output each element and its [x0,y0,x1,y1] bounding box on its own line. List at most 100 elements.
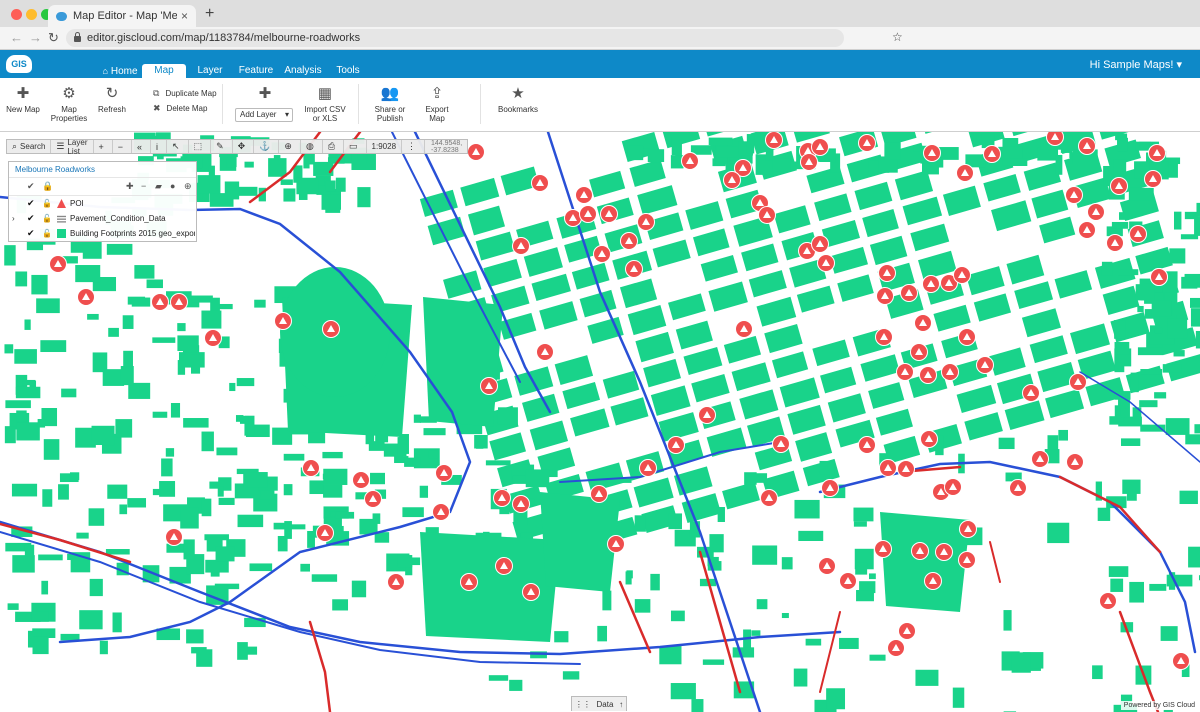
tab-map[interactable]: Map [142,64,186,78]
poi-marker-icon[interactable] [493,489,511,507]
poi-marker-icon[interactable] [435,464,453,482]
poi-marker-icon[interactable] [1069,373,1087,391]
new-tab-button[interactable]: + [205,5,214,23]
poi-marker-icon[interactable] [522,583,540,601]
poi-marker-icon[interactable] [821,479,839,497]
poi-marker-icon[interactable] [958,328,976,346]
poi-marker-icon[interactable] [765,132,783,149]
box-select-button[interactable]: ⬚ [189,140,212,153]
poi-marker-icon[interactable] [531,174,549,192]
poi-marker-icon[interactable] [874,540,892,558]
poi-marker-icon[interactable] [1022,384,1040,402]
layer-visible-checkbox[interactable]: ✔ [27,226,35,241]
poi-marker-icon[interactable] [302,459,320,477]
poi-marker-icon[interactable] [1129,225,1147,243]
export-map-button[interactable]: ⇪ Export Map [418,86,456,124]
poi-marker-icon[interactable] [818,557,836,575]
delete-map-button[interactable]: ✖ Delete Map [153,103,207,114]
poi-marker-icon[interactable] [579,205,597,223]
poi-marker-icon[interactable] [772,435,790,453]
url-field[interactable]: editor.giscloud.com/map/1183784/melbourn… [66,29,903,47]
poi-marker-icon[interactable] [316,524,334,542]
layer-row-poi[interactable]: ✔ 🔓 POI [9,196,196,211]
poi-marker-icon[interactable] [575,186,593,204]
poi-marker-icon[interactable] [879,459,897,477]
layer-visible-checkbox[interactable]: ✔ [27,211,35,226]
print-button[interactable]: ⎙ [323,140,345,153]
poi-marker-icon[interactable] [170,293,188,311]
scale-bar-button[interactable]: ▭ [344,140,367,153]
lock-all-icon[interactable]: 🔒 [42,181,53,192]
poi-marker-icon[interactable] [564,209,582,227]
poi-marker-icon[interactable] [1150,268,1168,286]
poi-marker-icon[interactable] [364,490,382,508]
poi-marker-icon[interactable] [898,622,916,640]
poi-marker-icon[interactable] [758,206,776,224]
poi-marker-icon[interactable] [983,145,1001,163]
poi-marker-icon[interactable] [1110,177,1128,195]
poi-marker-icon[interactable] [922,275,940,293]
refresh-button[interactable]: ↻ Refresh [96,86,128,115]
poi-marker-icon[interactable] [460,573,478,591]
more-options-button[interactable]: ⋮ [402,140,426,153]
poi-marker-icon[interactable] [667,436,685,454]
bookmarks-button[interactable]: ★ Bookmarks [498,86,538,115]
new-map-button[interactable]: ✚ New Map [6,86,40,115]
layer-row-buildings[interactable]: ✔ 🔓 Building Footprints 2015 geo_export_… [9,226,196,241]
tab-feature[interactable]: Feature [238,64,274,78]
measure-button[interactable]: ⚓ [254,140,280,153]
poi-marker-icon[interactable] [625,260,643,278]
user-menu[interactable]: Hi Sample Maps! ▾ [1090,58,1182,71]
zoom-in-button[interactable]: + [94,140,113,153]
poi-marker-icon[interactable] [735,320,753,338]
back-arrow-icon[interactable]: ← [10,30,23,45]
poi-marker-icon[interactable] [1046,132,1064,146]
layer-row-pavement[interactable]: › ✔ 🔓 Pavement_Condition_Data [9,211,196,226]
poi-marker-icon[interactable] [536,343,554,361]
share-publish-button[interactable]: 👥 Share or Publish [372,86,408,124]
add-layer-dropdown[interactable]: Add Layer [235,108,293,122]
zoom-box-button[interactable]: ⊕ [279,140,301,153]
poi-marker-icon[interactable] [352,471,370,489]
poi-marker-icon[interactable] [896,363,914,381]
poi-marker-icon[interactable] [959,520,977,538]
poi-marker-icon[interactable] [495,557,513,575]
search-button[interactable]: ⌕ Search [7,140,52,153]
poi-marker-icon[interactable] [858,134,876,152]
poi-marker-icon[interactable] [760,489,778,507]
poi-marker-icon[interactable] [590,485,608,503]
poi-marker-icon[interactable] [817,254,835,272]
poi-marker-icon[interactable] [620,232,638,250]
globe-button[interactable]: ◍ [301,140,323,153]
poi-marker-icon[interactable] [811,138,829,156]
poi-marker-icon[interactable] [1148,144,1166,162]
forward-arrow-icon[interactable]: → [29,30,42,45]
poi-marker-icon[interactable] [976,356,994,374]
poi-marker-icon[interactable] [919,366,937,384]
layer-unlock-icon[interactable]: 🔓 [42,211,52,226]
poi-marker-icon[interactable] [1144,170,1162,188]
draw-button[interactable]: ✎ [211,140,233,153]
poi-marker-icon[interactable] [322,320,340,338]
poi-marker-icon[interactable] [1087,203,1105,221]
poi-marker-icon[interactable] [858,436,876,454]
poi-marker-icon[interactable] [900,284,918,302]
import-csv-button[interactable]: ▦ Import CSV or XLS [304,86,346,124]
tab-tools[interactable]: Tools [334,64,362,78]
poi-marker-icon[interactable] [924,572,942,590]
zoom-out-button[interactable]: − [113,140,133,153]
duplicate-map-button[interactable]: ⧉ Duplicate Map [153,88,217,99]
tab-analysis[interactable]: Analysis [284,64,322,78]
poi-marker-icon[interactable] [49,255,67,273]
poi-marker-icon[interactable] [811,235,829,253]
poi-marker-icon[interactable] [151,293,169,311]
poi-marker-icon[interactable] [876,287,894,305]
poi-marker-icon[interactable] [274,312,292,330]
tab-layer[interactable]: Layer [196,64,224,78]
expand-chevron-icon[interactable]: › [12,211,15,226]
poi-marker-icon[interactable] [639,459,657,477]
poi-marker-icon[interactable] [914,314,932,332]
add-layer-icon[interactable]: ✚ [126,181,134,192]
poi-marker-icon[interactable] [958,551,976,569]
poi-marker-icon[interactable] [911,542,929,560]
